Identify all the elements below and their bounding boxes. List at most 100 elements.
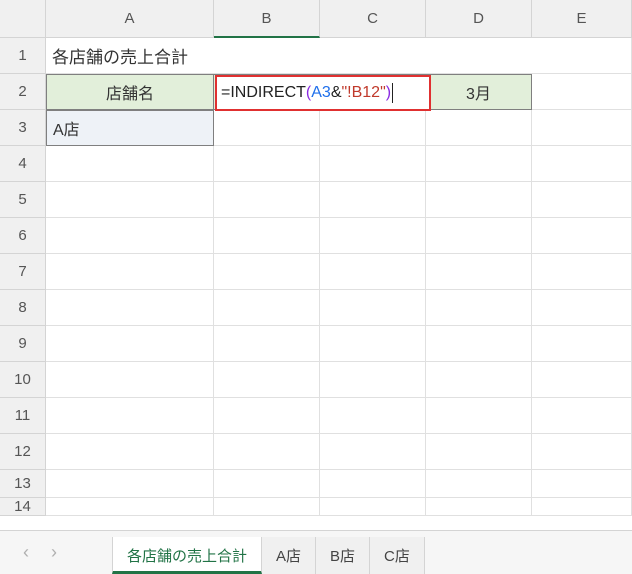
row-header-4[interactable]: 4 bbox=[0, 146, 46, 182]
header-store[interactable]: 店舗名 bbox=[46, 74, 214, 110]
tab-nav-next[interactable]: › bbox=[40, 539, 68, 567]
row-header-2[interactable]: 2 bbox=[0, 74, 46, 110]
cell-e9[interactable] bbox=[532, 326, 632, 362]
cell-c12[interactable] bbox=[320, 434, 426, 470]
cell-e5[interactable] bbox=[532, 182, 632, 218]
formula-str: "!B12" bbox=[341, 84, 385, 102]
sheet-tab-b[interactable]: B店 bbox=[316, 537, 370, 574]
row-header-8[interactable]: 8 bbox=[0, 290, 46, 326]
tab-nav-prev[interactable]: ‹ bbox=[12, 539, 40, 567]
row-header-1[interactable]: 1 bbox=[0, 38, 46, 74]
cell-b12[interactable] bbox=[214, 434, 320, 470]
cell-b13[interactable] bbox=[214, 470, 320, 498]
cell-a8[interactable] bbox=[46, 290, 214, 326]
cell-e6[interactable] bbox=[532, 218, 632, 254]
row-header-12[interactable]: 12 bbox=[0, 434, 46, 470]
cell-e12[interactable] bbox=[532, 434, 632, 470]
text-cursor bbox=[392, 83, 393, 103]
cell-a3[interactable]: A店 bbox=[46, 110, 214, 146]
cell-c10[interactable] bbox=[320, 362, 426, 398]
cell-c13[interactable] bbox=[320, 470, 426, 498]
cell-e3[interactable] bbox=[532, 110, 632, 146]
cell-d14[interactable] bbox=[426, 498, 532, 516]
cell-c11[interactable] bbox=[320, 398, 426, 434]
cell-a9[interactable] bbox=[46, 326, 214, 362]
select-all-corner[interactable] bbox=[0, 0, 46, 38]
cell-e2[interactable] bbox=[532, 74, 632, 110]
header-m3[interactable]: 3月 bbox=[426, 74, 532, 110]
formula-eq: = bbox=[221, 84, 230, 102]
cell-c6[interactable] bbox=[320, 218, 426, 254]
row-header-11[interactable]: 11 bbox=[0, 398, 46, 434]
cell-e11[interactable] bbox=[532, 398, 632, 434]
cell-c4[interactable] bbox=[320, 146, 426, 182]
sheet-tab-a[interactable]: A店 bbox=[262, 537, 316, 574]
cell-d13[interactable] bbox=[426, 470, 532, 498]
row-header-6[interactable]: 6 bbox=[0, 218, 46, 254]
row-header-13[interactable]: 13 bbox=[0, 470, 46, 498]
cell-b9[interactable] bbox=[214, 326, 320, 362]
cell-e7[interactable] bbox=[532, 254, 632, 290]
cell-a7[interactable] bbox=[46, 254, 214, 290]
cell-e13[interactable] bbox=[532, 470, 632, 498]
cell-a5[interactable] bbox=[46, 182, 214, 218]
col-header-b[interactable]: B bbox=[214, 0, 320, 38]
sheet-tab-c[interactable]: C店 bbox=[370, 537, 425, 574]
cell-d9[interactable] bbox=[426, 326, 532, 362]
cell-d4[interactable] bbox=[426, 146, 532, 182]
cell-d12[interactable] bbox=[426, 434, 532, 470]
row-header-9[interactable]: 9 bbox=[0, 326, 46, 362]
cell-a14[interactable] bbox=[46, 498, 214, 516]
cell-b3[interactable] bbox=[214, 110, 320, 146]
row-header-14[interactable]: 14 bbox=[0, 498, 46, 516]
cell-b7[interactable] bbox=[214, 254, 320, 290]
cell-b14[interactable] bbox=[214, 498, 320, 516]
cell-e10[interactable] bbox=[532, 362, 632, 398]
cell-d6[interactable] bbox=[426, 218, 532, 254]
row-header-3[interactable]: 3 bbox=[0, 110, 46, 146]
cell-b10[interactable] bbox=[214, 362, 320, 398]
cell-b11[interactable] bbox=[214, 398, 320, 434]
row-header-7[interactable]: 7 bbox=[0, 254, 46, 290]
formula-edit-box[interactable]: =INDIRECT(A3&"!B12") bbox=[215, 75, 431, 111]
cell-a12[interactable] bbox=[46, 434, 214, 470]
formula-fn: INDIRECT bbox=[230, 84, 306, 102]
sheet-tab-bar: ‹ › 各店舗の売上合計 A店 B店 C店 bbox=[0, 530, 632, 574]
formula-close: ) bbox=[386, 84, 391, 102]
cell-d8[interactable] bbox=[426, 290, 532, 326]
cell-c7[interactable] bbox=[320, 254, 426, 290]
cell-e14[interactable] bbox=[532, 498, 632, 516]
cell-c9[interactable] bbox=[320, 326, 426, 362]
col-header-e[interactable]: E bbox=[532, 0, 632, 38]
cell-a10[interactable] bbox=[46, 362, 214, 398]
cell-d5[interactable] bbox=[426, 182, 532, 218]
cell-a13[interactable] bbox=[46, 470, 214, 498]
cell-c8[interactable] bbox=[320, 290, 426, 326]
cell-b8[interactable] bbox=[214, 290, 320, 326]
cell-d10[interactable] bbox=[426, 362, 532, 398]
cell-c3[interactable] bbox=[320, 110, 426, 146]
cell-c14[interactable] bbox=[320, 498, 426, 516]
cell-d7[interactable] bbox=[426, 254, 532, 290]
col-header-a[interactable]: A bbox=[46, 0, 214, 38]
row-header-5[interactable]: 5 bbox=[0, 182, 46, 218]
formula-amp: & bbox=[331, 84, 342, 102]
cell-d3[interactable] bbox=[426, 110, 532, 146]
sheet-tabs: 各店舗の売上合計 A店 B店 C店 bbox=[112, 531, 425, 574]
cell-d11[interactable] bbox=[426, 398, 532, 434]
cell-b4[interactable] bbox=[214, 146, 320, 182]
formula-ref: A3 bbox=[311, 84, 331, 102]
cell-b6[interactable] bbox=[214, 218, 320, 254]
cell-a4[interactable] bbox=[46, 146, 214, 182]
cell-a11[interactable] bbox=[46, 398, 214, 434]
cell-a6[interactable] bbox=[46, 218, 214, 254]
title-cell[interactable]: 各店舗の売上合計 bbox=[46, 38, 632, 74]
row-header-10[interactable]: 10 bbox=[0, 362, 46, 398]
cell-b5[interactable] bbox=[214, 182, 320, 218]
cell-c5[interactable] bbox=[320, 182, 426, 218]
cell-e8[interactable] bbox=[532, 290, 632, 326]
col-header-c[interactable]: C bbox=[320, 0, 426, 38]
col-header-d[interactable]: D bbox=[426, 0, 532, 38]
sheet-tab-active[interactable]: 各店舗の売上合計 bbox=[112, 537, 262, 574]
cell-e4[interactable] bbox=[532, 146, 632, 182]
